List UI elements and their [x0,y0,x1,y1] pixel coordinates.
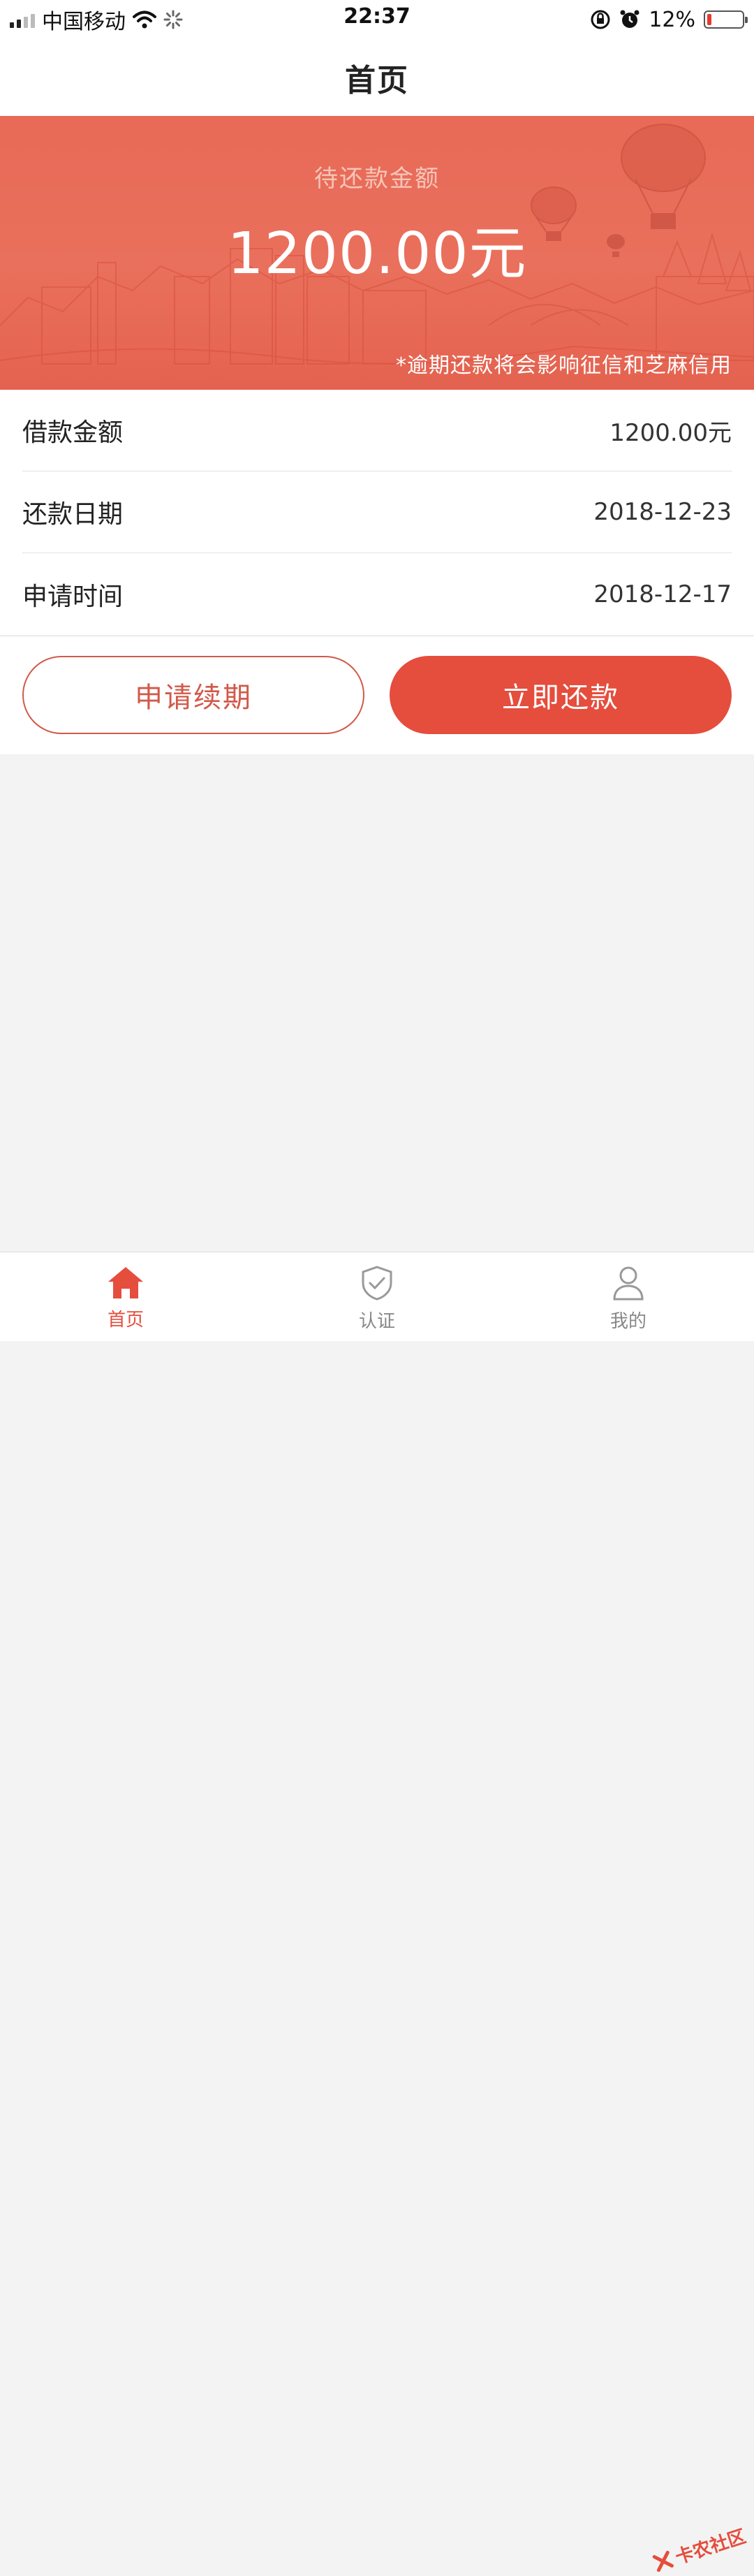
detail-label: 还款日期 [22,500,124,529]
home-icon [108,1267,143,1298]
bottom-tab-bar: 首页 认证 我的 卡农社区 [0,1252,754,2572]
navigation-bar: 首页 [0,39,754,116]
watermark: 卡农社区 [651,2522,749,2576]
tab-verification[interactable]: 认证 [321,1265,433,1333]
detail-value: 2018-12-17 [593,580,732,608]
watermark-logo-icon [652,2550,674,2572]
orientation-lock-icon [591,10,610,29]
page-title: 首页 [345,63,409,98]
detail-row-repayment-date: 还款日期 2018-12-23 [22,471,732,553]
tab-label: 首页 [107,1310,144,1331]
repayment-banner: 待还款金额 1200.00元 *逾期还款将会影响征信和芝麻信用 [0,116,754,390]
battery-percent: 12% [649,7,695,32]
watermark-text: 卡农社区 [672,2526,749,2569]
detail-value: 2018-12-23 [593,498,732,526]
shield-check-icon [362,1266,392,1301]
status-bar: 中国移动 22:37 12% [0,0,754,39]
detail-value: 1200.00元 [609,418,732,447]
user-icon [613,1266,644,1301]
pending-amount-label: 待还款金额 [314,165,440,193]
action-area: 申请续期 立即还款 [0,636,754,754]
status-right: 12% [590,6,748,34]
detail-row-application-time: 申请时间 2018-12-17 [22,553,732,635]
apply-extension-button[interactable]: 申请续期 [22,656,364,734]
overdue-warning-note: *逾期还款将会影响征信和芝麻信用 [396,353,732,378]
alarm-icon [620,10,640,28]
battery-icon [704,10,748,29]
pending-amount-value: 1200.00元 [227,221,527,287]
tab-mine[interactable]: 我的 [572,1265,684,1333]
tab-home[interactable]: 首页 [70,1265,182,1331]
tab-label: 我的 [609,1311,646,1332]
tab-label: 认证 [358,1311,395,1332]
detail-row-loan-amount: 借款金额 1200.00元 [22,390,732,471]
battery-level [707,14,711,25]
loan-detail-list: 借款金额 1200.00元 还款日期 2018-12-23 申请时间 2018-… [0,390,754,635]
repay-now-button[interactable]: 立即还款 [390,656,732,734]
detail-label: 借款金额 [22,418,124,447]
detail-label: 申请时间 [22,582,124,611]
